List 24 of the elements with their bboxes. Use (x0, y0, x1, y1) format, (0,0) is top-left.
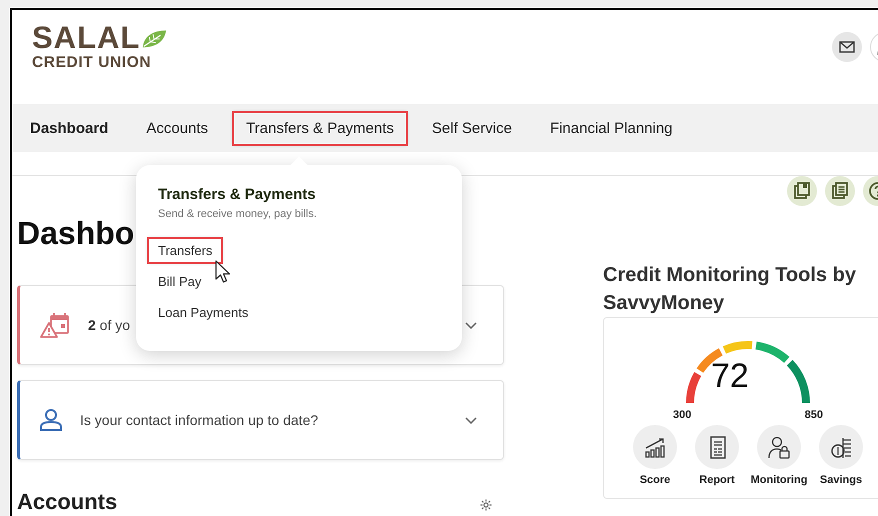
nav-tab[interactable]: Dashboard (17, 112, 122, 144)
menu-subtitle: Send & receive money, pay bills. (158, 208, 318, 220)
section-heading: Accounts (17, 490, 118, 514)
nav-tab[interactable]: Financial Planning (536, 112, 686, 144)
tool-label: Savings (820, 474, 862, 486)
credit-score: 72 (711, 357, 749, 396)
gauge-min-label: 300 (673, 409, 692, 421)
page-heading: Dashbo (17, 214, 134, 253)
menu-title: Transfers & Payments (158, 186, 317, 203)
menu-item[interactable]: Transfers (148, 238, 222, 263)
nav-tab[interactable]: Transfers & Payments (233, 112, 407, 144)
tool-label: Score (640, 474, 670, 486)
logo-subtitle: CREDIT UNION (32, 55, 152, 71)
credit-title: Credit Monitoring Tools by SavvyMoney (603, 263, 857, 316)
alert-text: Is your contact information up to date? (80, 412, 320, 428)
menu-item[interactable]: Loan Payments (148, 300, 258, 325)
alert-text: 2 of yo (88, 317, 132, 333)
nav-tab[interactable]: Self Service (418, 112, 525, 144)
gauge-max-label: 850 (804, 409, 823, 421)
tool-label: Monitoring (750, 474, 808, 486)
nav-tab[interactable]: Accounts (133, 112, 222, 144)
tool-label: Report (699, 474, 735, 486)
logo-wordmark: SALAL (32, 22, 140, 54)
menu-item[interactable]: Bill Pay (148, 269, 212, 294)
